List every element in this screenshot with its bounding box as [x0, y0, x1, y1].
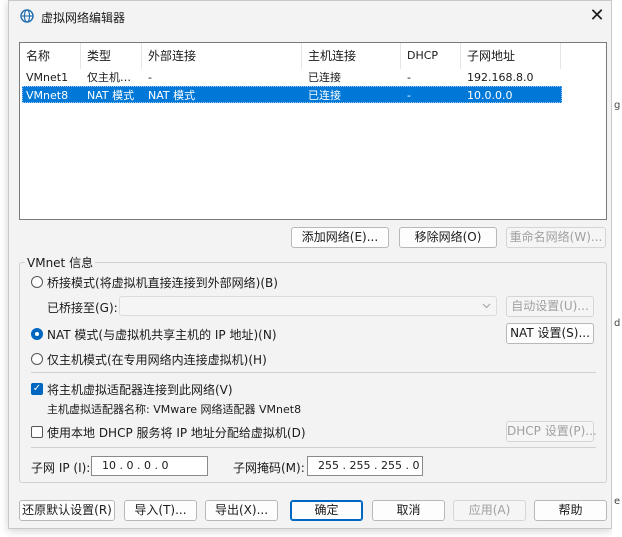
connect-adapter-checkbox[interactable]: ✓ — [31, 383, 43, 395]
use-dhcp-checkbox[interactable] — [31, 426, 43, 438]
nat-mode-radio[interactable] — [31, 328, 43, 340]
column-header-host[interactable]: 主机连接 — [302, 43, 401, 69]
ok-button[interactable]: 确定 — [290, 500, 363, 521]
title-bar: 虚拟网络编辑器 ✕ — [9, 1, 611, 31]
network-globe-icon — [20, 9, 34, 23]
auto-settings-button[interactable]: 自动设置(U)... — [506, 296, 594, 317]
cell-subnet: 10.0.0.0 — [467, 89, 513, 102]
window-title: 虚拟网络编辑器 — [41, 11, 126, 25]
cell-external: - — [148, 71, 152, 84]
table-row[interactable]: VMnet1 仅主机… - 已连接 - 192.168.8.0 — [22, 69, 562, 86]
subnet-ip-field[interactable]: 10 . 0 . 0 . 0 — [91, 456, 208, 476]
bridged-to-select[interactable] — [119, 296, 497, 316]
restore-defaults-button[interactable]: 还原默认设置(R) — [19, 500, 115, 521]
rename-network-button[interactable]: 重命名网络(W)... — [506, 227, 606, 248]
add-network-button[interactable]: 添加网络(E)... — [291, 227, 389, 248]
cell-dhcp: - — [407, 71, 411, 84]
cell-name: VMnet1 — [26, 71, 69, 84]
background-text: e — [614, 496, 621, 507]
column-header-name[interactable]: 名称 — [20, 43, 81, 69]
table-row-selected[interactable]: VMnet8 NAT 模式 NAT 模式 已连接 - 10.0.0.0 — [22, 86, 562, 103]
subnet-ip-label: 子网 IP (I): — [31, 461, 91, 475]
cell-name: VMnet8 — [26, 89, 69, 102]
column-header-external[interactable]: 外部连接 — [142, 43, 302, 69]
subnet-mask-label: 子网掩码(M): — [233, 461, 305, 475]
connect-adapter-label[interactable]: 将主机虚拟适配器连接到此网络(V) — [47, 381, 233, 398]
cell-type: NAT 模式 — [87, 89, 135, 102]
bridge-mode-label[interactable]: 桥接模式(将虚拟机直接连接到外部网络)(B) — [47, 274, 278, 291]
cell-external: NAT 模式 — [148, 89, 196, 102]
group-title: VMnet 信息 — [25, 254, 96, 271]
export-button[interactable]: 导出(X)... — [205, 500, 278, 521]
import-button[interactable]: 导入(T)... — [124, 500, 197, 521]
bridged-to-label: 已桥接至(G): — [47, 301, 118, 315]
subnet-mask-field[interactable]: 255 . 255 . 255 . 0 — [307, 456, 423, 476]
help-button[interactable]: 帮助 — [534, 500, 607, 521]
background-window-edge — [612, 0, 622, 537]
column-header-type[interactable]: 类型 — [81, 43, 142, 69]
remove-network-button[interactable]: 移除网络(O) — [399, 227, 497, 248]
nat-settings-button[interactable]: NAT 设置(S)... — [506, 323, 594, 344]
virtual-network-editor-window: 虚拟网络编辑器 ✕ 名称 类型 外部连接 主机连接 DHCP 子网地址 VMne… — [8, 0, 612, 529]
column-header-subnet[interactable]: 子网地址 — [461, 43, 561, 69]
chevron-down-icon — [482, 303, 491, 309]
cell-host: 已连接 — [308, 71, 341, 84]
divider — [31, 447, 596, 448]
close-icon: ✕ — [589, 5, 605, 26]
cell-host: 已连接 — [308, 89, 341, 102]
column-header-dhcp[interactable]: DHCP — [401, 43, 461, 69]
nat-mode-label[interactable]: NAT 模式(与虚拟机共享主机的 IP 地址)(N) — [47, 326, 277, 343]
dhcp-settings-button[interactable]: DHCP 设置(P)... — [506, 421, 597, 442]
cell-type: 仅主机… — [87, 71, 131, 84]
network-list[interactable]: 名称 类型 外部连接 主机连接 DHCP 子网地址 VMnet1 仅主机… - … — [19, 42, 607, 220]
use-dhcp-label[interactable]: 使用本地 DHCP 服务将 IP 地址分配给虚拟机(D) — [47, 424, 306, 441]
adapter-name-text: 主机虚拟适配器名称: VMware 网络适配器 VMnet8 — [47, 403, 302, 416]
bridge-mode-radio[interactable] — [31, 276, 43, 288]
apply-button[interactable]: 应用(A) — [453, 500, 526, 521]
host-only-mode-radio[interactable] — [31, 353, 43, 365]
checkmark-icon: ✓ — [32, 383, 42, 394]
background-text: g — [614, 100, 621, 111]
background-text: d — [614, 318, 621, 329]
close-button[interactable]: ✕ — [585, 5, 609, 27]
cancel-button[interactable]: 取消 — [372, 500, 445, 521]
host-only-mode-label[interactable]: 仅主机模式(在专用网络内连接虚拟机)(H) — [47, 351, 267, 368]
divider — [31, 372, 596, 373]
cell-dhcp: - — [407, 89, 411, 102]
cell-subnet: 192.168.8.0 — [467, 71, 534, 84]
